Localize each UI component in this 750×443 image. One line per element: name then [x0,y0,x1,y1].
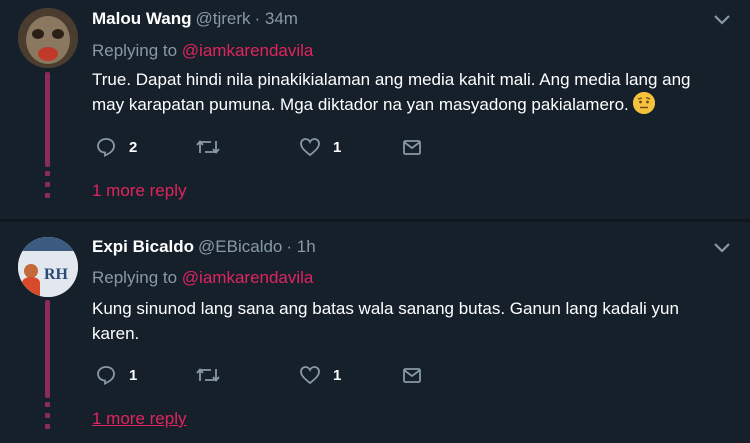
like-button[interactable]: 1 [299,364,341,386]
envelope-icon [403,140,421,155]
timestamp[interactable]: · 1h [286,237,315,256]
tweet-actions: 1 1 [92,364,492,388]
avatar[interactable]: RH [18,237,78,297]
replying-to: Replying to @iamkarendavila [92,268,314,287]
avatar-logo-text: RH [44,266,69,283]
direct-message-button[interactable] [401,136,423,158]
tweet-actions: 2 1 [92,136,492,160]
more-replies-link[interactable]: 1 more reply [92,181,186,201]
reply-icon [97,138,115,157]
reply-icon [97,366,115,385]
replying-to: Replying to @iamkarendavila [92,41,314,60]
direct-message-button[interactable] [401,364,423,386]
retweet-icon [196,368,220,382]
avatar[interactable] [18,8,78,68]
thread-line [45,72,50,167]
handle[interactable]: @EBicaldo [198,237,282,256]
raised-eyebrow-emoji-icon [632,92,655,114]
chevron-down-icon[interactable] [713,242,731,254]
thread-dots [45,402,50,435]
reply-count: 1 [129,366,138,384]
mention-link[interactable]: @iamkarendavila [182,41,314,60]
like-count: 1 [333,366,342,384]
reply-button[interactable]: 1 [95,364,137,386]
author-name[interactable]: Malou Wang @tjrerk · 34m [92,9,298,29]
like-button[interactable]: 1 [299,136,341,158]
reply-button[interactable]: 2 [95,136,137,158]
timestamp[interactable]: · 34m [255,9,298,28]
chevron-down-icon[interactable] [713,14,731,26]
thread-line [45,300,50,398]
tweet-text: True. Dapat hindi nila pinakikialaman an… [92,70,691,114]
retweet-button[interactable] [195,136,221,158]
like-count: 1 [333,138,342,156]
author-name[interactable]: Expi Bicaldo @EBicaldo · 1h [92,237,316,257]
more-replies-link[interactable]: 1 more reply [92,409,186,429]
retweet-icon [196,140,220,154]
retweet-button[interactable] [195,364,221,386]
mention-link[interactable]: @iamkarendavila [182,268,314,287]
tweet-text: Kung sinunod lang sana ang batas wala sa… [92,299,679,343]
heart-icon [300,366,320,385]
handle[interactable]: @tjrerk [195,9,250,28]
heart-icon [300,138,320,157]
reply-count: 2 [129,138,138,156]
thread-dots [45,171,50,204]
envelope-icon [403,368,421,383]
